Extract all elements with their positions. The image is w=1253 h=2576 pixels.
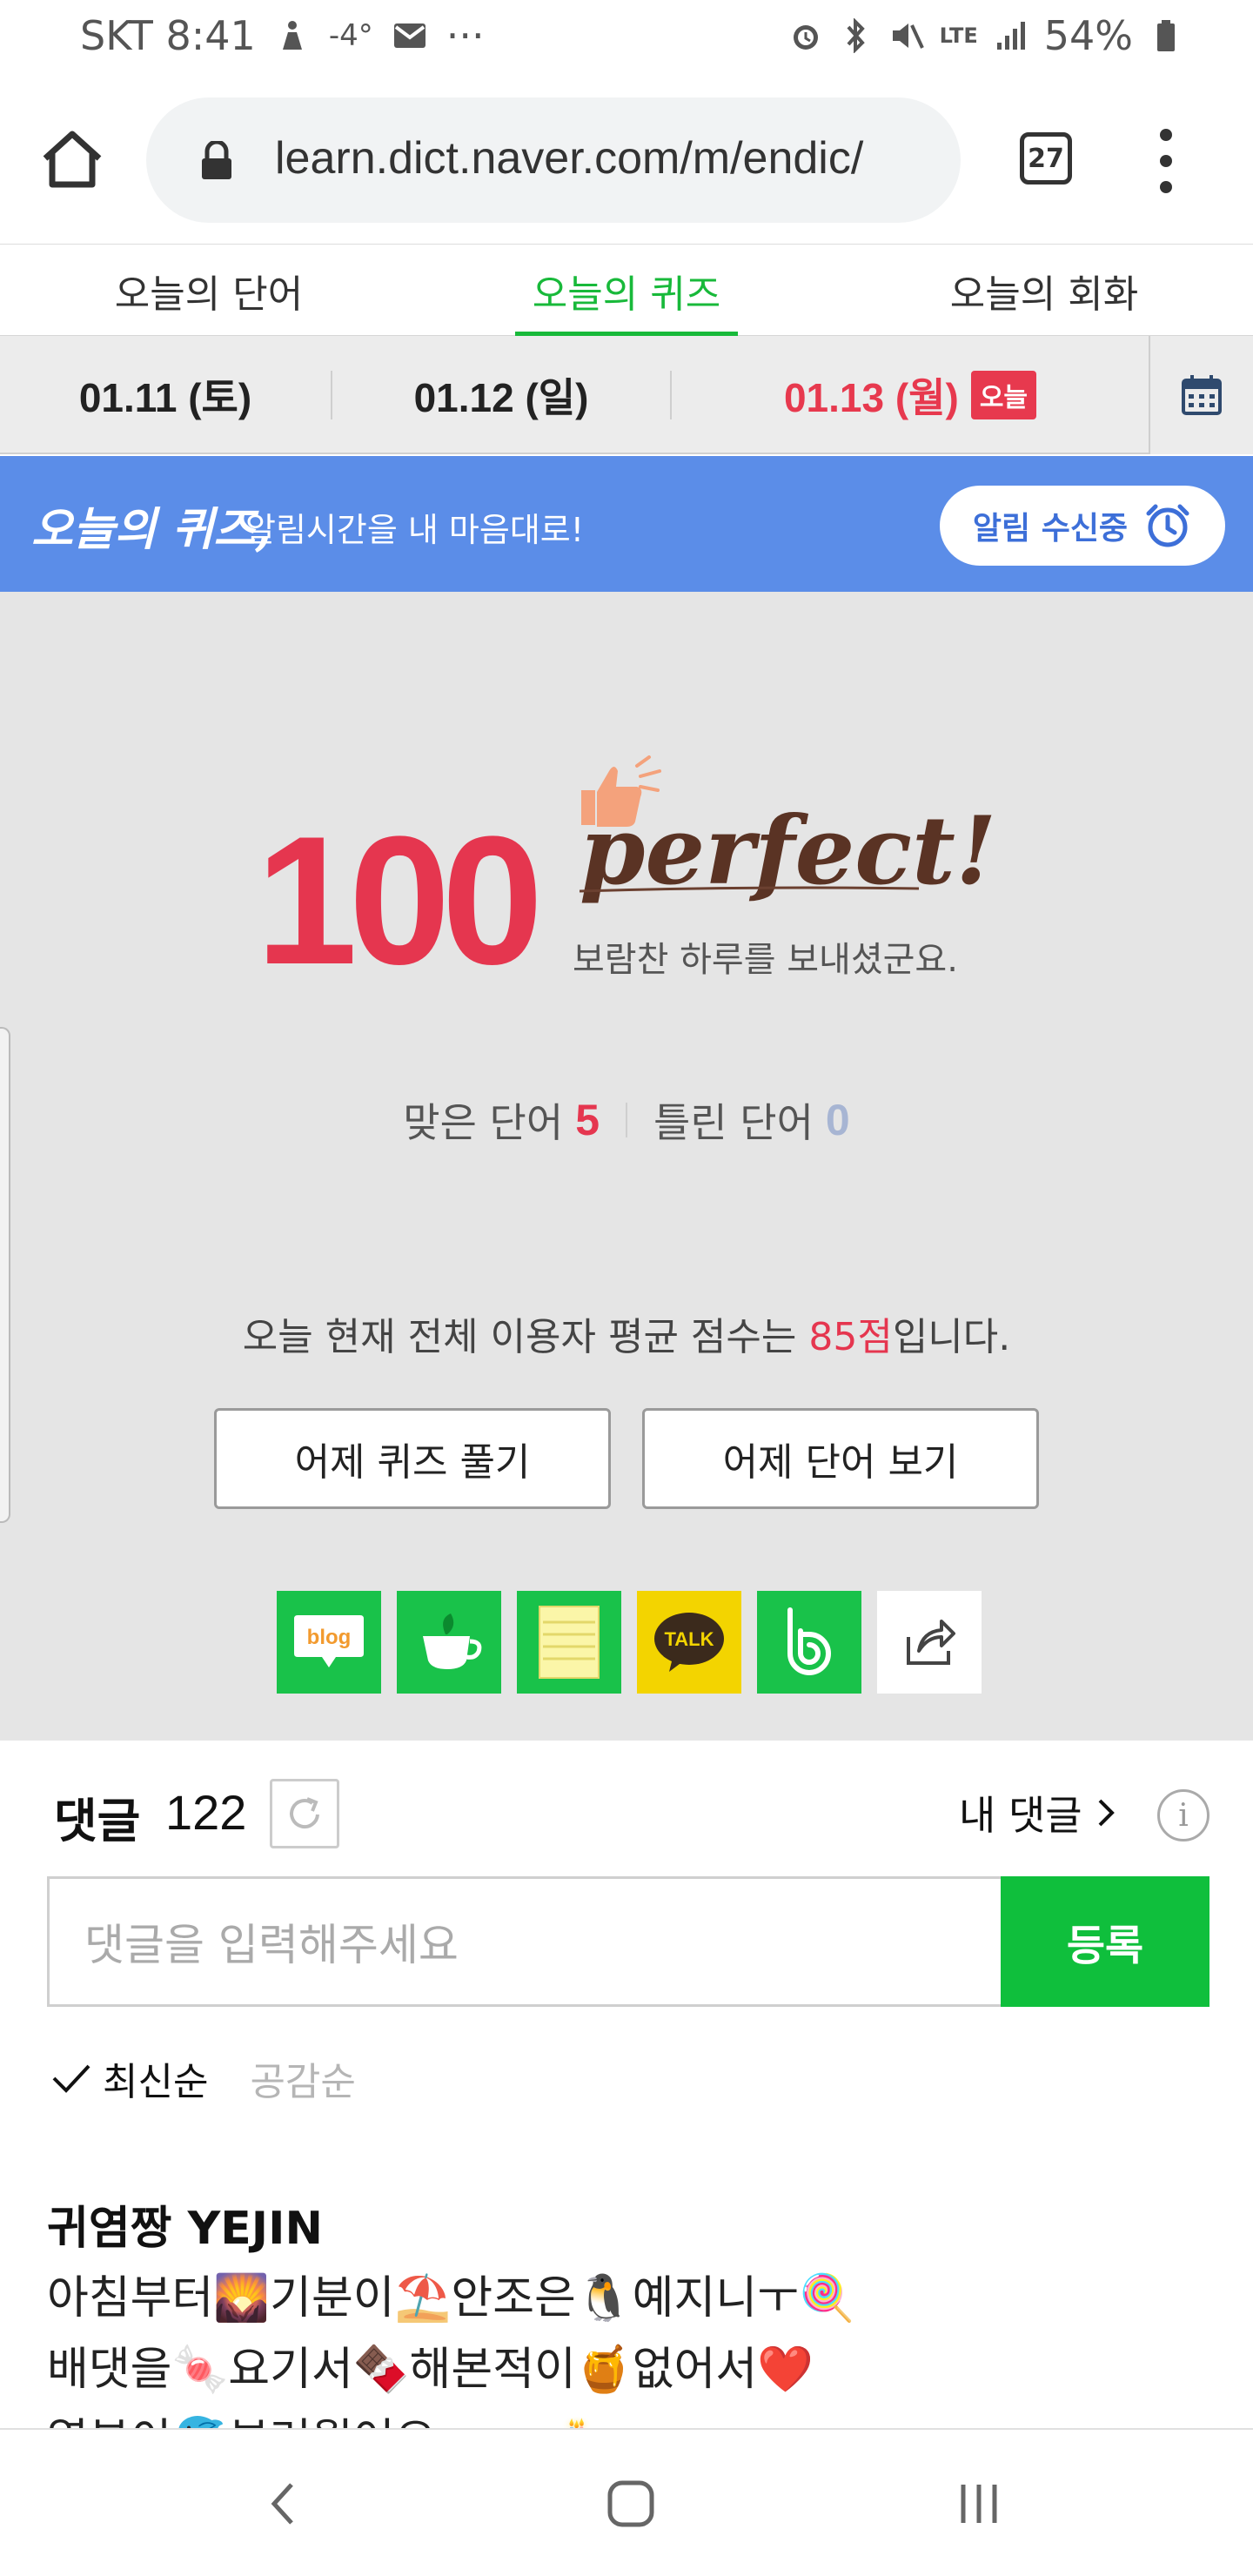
alarm-button-label: 알림 수신중	[972, 511, 1129, 547]
comment-line: 배댓을🍬요기서🍫해본적이🍯없어서❤️	[47, 2344, 814, 2396]
tab-today-conversation[interactable]: 오늘의 회화	[888, 245, 1201, 337]
date-jan-12[interactable]: 01.12 (일)	[332, 336, 670, 454]
back-icon[interactable]	[244, 2465, 322, 2543]
wrong-count: 0	[825, 1096, 850, 1144]
banner-subtitle: 알림시간을 내 마음대로!	[245, 511, 584, 549]
perfect-underline	[580, 886, 919, 893]
yesterday-quiz-button[interactable]: 어제 퀴즈 풀기	[214, 1408, 611, 1509]
chevron-right-icon	[1098, 1799, 1115, 1827]
weather-person-icon	[275, 18, 310, 53]
tab-switcher-button[interactable]: 27	[1020, 132, 1072, 184]
quiz-result-panel: 100 perfect! 보람찬 하루를 보내셨군요. 맞은 단어 5 틀린 단…	[0, 592, 1253, 1741]
sort-latest[interactable]: 최신순	[103, 2050, 208, 2106]
status-bar: SKT 8:41 -4° ··· LTE 54%	[0, 0, 1253, 78]
sort-likes[interactable]: 공감순	[250, 2050, 355, 2106]
url-bar[interactable]: learn.dict.naver.com/m/endic/	[146, 97, 961, 223]
battery-percent: 54%	[1043, 12, 1133, 59]
average-prefix: 오늘 현재 전체 이용자 평균 점수는	[242, 1315, 809, 1359]
mail-icon	[392, 18, 427, 53]
refresh-icon[interactable]	[270, 1779, 339, 1848]
my-comments-label: 내 댓글	[959, 1792, 1082, 1839]
url-text: learn.dict.naver.com/m/endic/	[275, 133, 864, 184]
comments-count: 122	[165, 1785, 247, 1840]
more-vert-icon[interactable]	[1149, 122, 1183, 200]
quiz-score: 100	[256, 798, 543, 1003]
perfect-headline: perfect!	[580, 796, 997, 906]
mute-icon	[889, 18, 924, 53]
answer-counts: 맞은 단어 5 틀린 단어 0	[0, 1091, 1253, 1149]
section-tabs: 오늘의 단어 오늘의 퀴즈 오늘의 회화	[0, 244, 1253, 337]
comment-input[interactable]: 댓글을 입력해주세요	[47, 1876, 1001, 2007]
tab-today-word[interactable]: 오늘의 단어	[52, 245, 365, 337]
memo-icon[interactable]	[517, 1591, 621, 1694]
network-type: LTE	[939, 23, 978, 48]
home-icon[interactable]	[37, 124, 108, 195]
comments-title: 댓글	[54, 1794, 141, 1848]
date-selector: 01.11 (토) 01.12 (일) 01.13 (월) 오늘	[0, 336, 1253, 454]
more-notifications: ···	[446, 12, 485, 59]
signal-icon	[994, 18, 1029, 53]
system-nav-bar	[0, 2428, 1253, 2576]
band-icon[interactable]	[757, 1591, 861, 1694]
share-buttons: blog TALK	[277, 1591, 982, 1694]
home-nav-icon[interactable]	[592, 2465, 670, 2543]
yesterday-words-button[interactable]: 어제 단어 보기	[642, 1408, 1039, 1509]
recent-apps-icon[interactable]	[940, 2465, 1018, 2543]
check-icon	[52, 2064, 90, 2093]
weather-temp: -4°	[328, 18, 373, 53]
quiz-alarm-banner: 오늘의 퀴즈, 알림시간을 내 마음대로! 알림 수신중	[0, 456, 1253, 592]
comment-author[interactable]: 귀염짱 YEJIN	[47, 2191, 323, 2257]
my-comments-link[interactable]: 내 댓글	[959, 1784, 1117, 1841]
kakaotalk-label: TALK	[664, 1628, 714, 1650]
comment-line: 아침부터🌄기분이⛱️안조은🐧예지니ㅜ🍭	[47, 2272, 855, 2324]
correct-label: 맞은 단어	[403, 1099, 564, 1146]
count-divider	[626, 1103, 627, 1137]
correct-count: 5	[575, 1096, 600, 1144]
date-today-label: 01.13 (월)	[783, 375, 959, 420]
share-icon[interactable]	[877, 1591, 982, 1694]
kakaotalk-icon[interactable]: TALK	[637, 1591, 741, 1694]
info-icon[interactable]: i	[1157, 1789, 1209, 1841]
blog-label: blog	[307, 1626, 352, 1649]
carrier-time: SKT 8:41	[80, 12, 256, 59]
cafe-icon[interactable]	[397, 1591, 501, 1694]
browser-toolbar: learn.dict.naver.com/m/endic/ 27	[0, 78, 1253, 244]
blog-icon[interactable]: blog	[277, 1591, 381, 1694]
alarm-icon	[788, 18, 823, 53]
tab-today-quiz[interactable]: 오늘의 퀴즈	[515, 245, 738, 337]
date-jan-13[interactable]: 01.13 (월) 오늘	[672, 336, 1149, 454]
battery-icon	[1149, 18, 1183, 53]
average-suffix: 입니다.	[892, 1315, 1011, 1359]
bluetooth-icon	[839, 18, 874, 53]
alarm-clock-icon	[1146, 504, 1189, 547]
wrong-label: 틀린 단어	[653, 1099, 814, 1146]
score-message: 보람찬 하루를 보내셨군요.	[573, 940, 958, 980]
comments-section: 댓글 122 내 댓글 i 댓글을 입력해주세요 등록 최신순 공감순 귀염짱 …	[0, 1741, 1253, 2467]
lock-icon	[198, 139, 235, 181]
average-score: 85점	[808, 1315, 893, 1359]
calendar-icon[interactable]	[1149, 336, 1253, 454]
alarm-subscribe-button[interactable]: 알림 수신중	[940, 486, 1225, 566]
banner-title: 오늘의 퀴즈,	[31, 503, 271, 556]
comment-submit-button[interactable]: 등록	[1001, 1876, 1209, 2007]
today-badge: 오늘	[970, 371, 1037, 419]
comment-sort: 최신순 공감순	[50, 2050, 356, 2106]
date-jan-11[interactable]: 01.11 (토)	[0, 336, 331, 454]
average-score-text: 오늘 현재 전체 이용자 평균 점수는 85점입니다.	[0, 1305, 1253, 1361]
